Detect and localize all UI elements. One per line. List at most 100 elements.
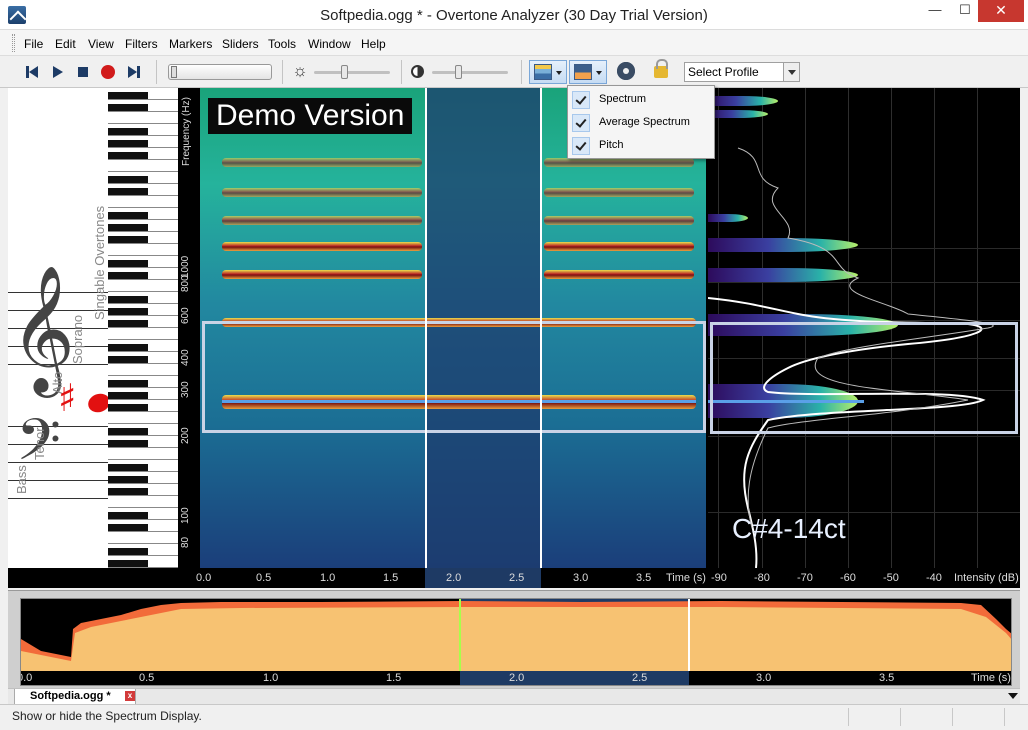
record-button[interactable] xyxy=(98,62,118,82)
status-separator xyxy=(848,708,849,726)
menu-filters[interactable]: Filters xyxy=(125,37,158,51)
contrast-slider[interactable] xyxy=(432,65,508,79)
time-tick: 3.5 xyxy=(636,572,652,584)
black-key[interactable] xyxy=(108,440,148,447)
black-key[interactable] xyxy=(108,344,148,351)
freq-tick: 600 xyxy=(180,307,191,324)
playback-position-slider[interactable] xyxy=(168,64,272,80)
freq-tick: 300 xyxy=(180,381,191,398)
black-key[interactable] xyxy=(108,260,148,267)
status-separator xyxy=(900,708,901,726)
menu-item-pitch[interactable]: Pitch xyxy=(568,134,714,158)
black-key[interactable] xyxy=(108,212,148,219)
chevron-down-icon xyxy=(596,71,602,75)
black-key[interactable] xyxy=(108,176,148,183)
minimize-button[interactable]: — xyxy=(920,0,950,22)
seek-knob[interactable] xyxy=(171,66,177,78)
demo-version-label: Demo Version xyxy=(208,98,413,134)
black-key[interactable] xyxy=(108,140,148,147)
black-key[interactable] xyxy=(108,548,148,555)
black-key[interactable] xyxy=(108,380,148,387)
piano-keyboard-panel[interactable]: 𝄞 𝄢 Bass Tenor Alto Soprano Singable Ove… xyxy=(8,88,178,568)
contrast-icon xyxy=(411,65,424,78)
black-key[interactable] xyxy=(108,560,148,567)
selection-end-marker[interactable] xyxy=(540,88,542,568)
intensity-tick: -50 xyxy=(883,572,899,584)
black-key[interactable] xyxy=(108,428,148,435)
menu-file[interactable]: File xyxy=(24,37,43,51)
menu-markers[interactable]: Markers xyxy=(169,37,212,51)
overview-tick: 2.0 xyxy=(509,672,525,684)
close-button[interactable]: ✕ xyxy=(978,0,1024,22)
voice-label-singable-overtones: Singable Overtones xyxy=(92,205,107,320)
skip-forward-button[interactable] xyxy=(124,62,144,82)
stop-icon xyxy=(78,67,88,77)
waveform-overview[interactable]: 0.0 0.5 1.0 1.5 2.0 2.5 3.0 3.5 Time (s) xyxy=(20,598,1012,686)
spectrogram-display[interactable]: Demo Version xyxy=(200,88,706,568)
menu-item-label: Average Spectrum xyxy=(599,116,690,128)
spectrum-display[interactable]: C#4-14ct xyxy=(708,88,1020,568)
intensity-tick: -40 xyxy=(926,572,942,584)
lock-icon[interactable] xyxy=(654,59,668,78)
menu-sliders[interactable]: Sliders xyxy=(222,37,259,51)
intensity-tick: -60 xyxy=(840,572,856,584)
analysis-area: 𝄞 𝄢 Bass Tenor Alto Soprano Singable Ove… xyxy=(8,88,1020,588)
frequency-axis-title: Frequency (Hz) xyxy=(181,97,192,166)
menu-view[interactable]: View xyxy=(88,37,114,51)
voice-label-bass: Bass xyxy=(14,465,29,494)
menu-window[interactable]: Window xyxy=(308,37,351,51)
black-key[interactable] xyxy=(108,236,148,243)
frequency-selection-box[interactable] xyxy=(202,321,706,433)
selection-start-marker[interactable] xyxy=(425,88,427,568)
chevron-down-icon[interactable] xyxy=(1008,693,1018,699)
brightness-slider[interactable] xyxy=(314,65,390,79)
chevron-down-icon[interactable] xyxy=(783,63,799,81)
intensity-axis: -90 -80 -70 -60 -50 -40 Intensity (dB) xyxy=(708,568,1020,588)
tab-softpedia-ogg[interactable]: Softpedia.ogg * x xyxy=(14,689,136,705)
menu-help[interactable]: Help xyxy=(361,37,386,51)
menu-item-average-spectrum[interactable]: Average Spectrum xyxy=(568,111,714,135)
check-icon xyxy=(572,91,590,109)
gear-icon[interactable] xyxy=(617,62,635,80)
toolbar-separator xyxy=(156,60,157,84)
black-key[interactable] xyxy=(108,404,148,411)
black-key[interactable] xyxy=(108,92,148,99)
record-icon xyxy=(101,65,115,79)
black-key[interactable] xyxy=(108,128,148,135)
contrast-knob[interactable] xyxy=(455,65,462,79)
menu-grip-icon[interactable] xyxy=(12,34,15,52)
black-key[interactable] xyxy=(108,104,148,111)
black-key[interactable] xyxy=(108,524,148,531)
black-key[interactable] xyxy=(108,152,148,159)
spectrum-view-button[interactable] xyxy=(569,60,607,84)
toolbar xyxy=(0,56,1028,88)
overview-axis-unit: Time (s) xyxy=(971,672,1011,684)
black-key[interactable] xyxy=(108,488,148,495)
maximize-button[interactable]: ☐ xyxy=(950,0,980,22)
black-key[interactable] xyxy=(108,308,148,315)
menu-tools[interactable]: Tools xyxy=(268,37,296,51)
menu-edit[interactable]: Edit xyxy=(55,37,76,51)
play-button[interactable] xyxy=(48,62,68,82)
black-key[interactable] xyxy=(108,356,148,363)
black-key[interactable] xyxy=(108,224,148,231)
spectrogram-view-button[interactable] xyxy=(529,60,567,84)
brightness-knob[interactable] xyxy=(341,65,348,79)
black-key[interactable] xyxy=(108,296,148,303)
black-key[interactable] xyxy=(108,512,148,519)
black-key[interactable] xyxy=(108,320,148,327)
close-icon[interactable]: x xyxy=(125,691,135,701)
profile-select[interactable]: Select Profile xyxy=(684,62,800,82)
spectrum-selection-box[interactable] xyxy=(710,322,1018,434)
black-key[interactable] xyxy=(108,392,148,399)
piano-keys[interactable] xyxy=(108,88,178,568)
stop-button[interactable] xyxy=(73,62,93,82)
black-key[interactable] xyxy=(108,464,148,471)
intensity-tick: -70 xyxy=(797,572,813,584)
skip-back-button[interactable] xyxy=(22,62,42,82)
black-key[interactable] xyxy=(108,272,148,279)
menu-item-spectrum[interactable]: Spectrum xyxy=(568,88,714,112)
black-key[interactable] xyxy=(108,188,148,195)
black-key[interactable] xyxy=(108,476,148,483)
voice-label-tenor: Tenor xyxy=(32,427,47,460)
